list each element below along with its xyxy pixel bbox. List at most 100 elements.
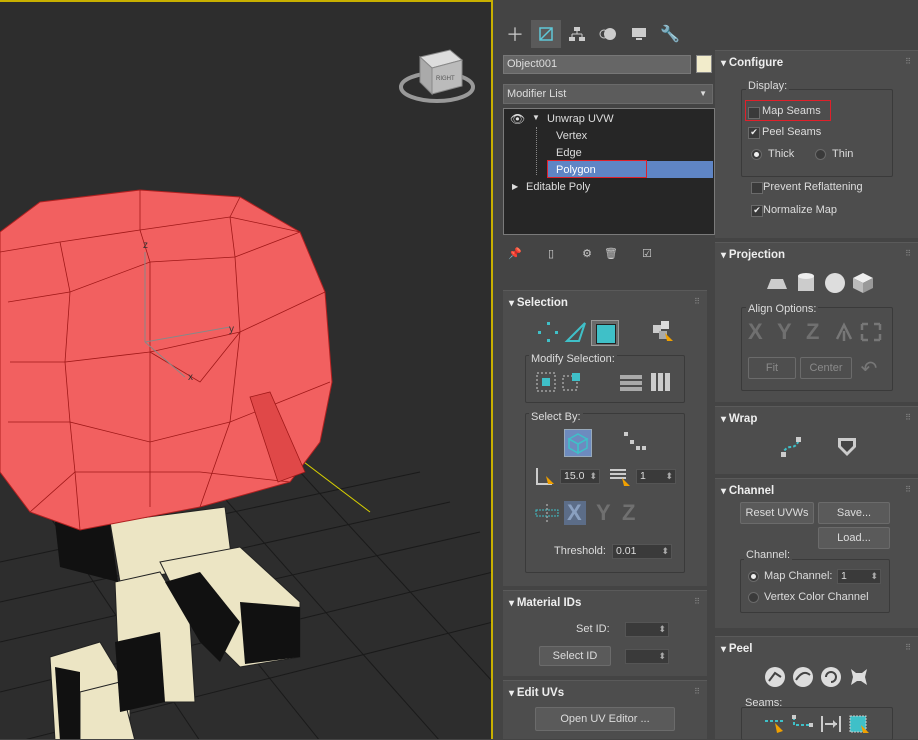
quick-peel-icon[interactable] — [763, 665, 787, 689]
configure-title[interactable]: Configure — [721, 57, 783, 69]
angle-spinner[interactable]: 15.0 — [560, 469, 600, 484]
shrink-selection-icon[interactable] — [560, 370, 584, 394]
mirror-z-button[interactable]: Z — [622, 500, 635, 526]
box-map-icon[interactable] — [851, 271, 875, 295]
make-unique-icon[interactable]: ⚙ — [578, 244, 596, 262]
create-tab[interactable]: ＋ — [500, 20, 530, 48]
selection-title[interactable]: Selection — [509, 297, 568, 309]
thin-radio[interactable] — [815, 149, 826, 160]
motion-tab[interactable] — [593, 20, 623, 48]
pin-stack-icon[interactable]: 📌 — [506, 244, 524, 262]
edit-uvs-title[interactable]: Edit UVs — [509, 687, 564, 699]
drag-grip-icon[interactable]: ⠿ — [905, 249, 912, 258]
mirror-selection-icon[interactable] — [534, 502, 560, 524]
utilities-tab[interactable]: 🔧 — [655, 20, 685, 48]
ring-selection-icon[interactable] — [618, 370, 644, 394]
remove-modifier-icon[interactable]: 🗑 — [602, 244, 620, 262]
peel-mode-icon[interactable] — [791, 665, 815, 689]
reset-align-icon[interactable]: ↶ — [858, 357, 880, 380]
open-uv-editor-button[interactable]: Open UV Editor ... — [535, 707, 675, 731]
element-cube-icon — [567, 433, 589, 455]
configure-modifier-sets-icon[interactable]: ☑ — [638, 244, 656, 262]
pelt-map-icon[interactable] — [847, 665, 871, 689]
poly-sel-to-seams-icon[interactable] — [847, 713, 871, 735]
view-align-icon[interactable] — [859, 321, 883, 343]
save-button[interactable]: Save... — [818, 502, 890, 524]
wrap-title[interactable]: Wrap — [721, 413, 758, 425]
object-color-swatch[interactable] — [696, 55, 712, 73]
stack-item-vertex[interactable]: Vertex — [556, 130, 587, 142]
unfold-strip-icon[interactable] — [835, 435, 859, 459]
prevent-reflattening-checkbox[interactable] — [751, 182, 763, 194]
center-button[interactable]: Center — [800, 357, 852, 379]
load-button[interactable]: Load... — [818, 527, 890, 549]
best-align-icon[interactable] — [833, 321, 855, 343]
vertex-color-channel-radio[interactable] — [748, 592, 759, 603]
align-x-button[interactable]: X — [748, 319, 763, 345]
align-z-button[interactable]: Z — [806, 319, 819, 345]
planar-angle-icon[interactable] — [534, 466, 556, 488]
mirror-y-button[interactable]: Y — [596, 500, 611, 526]
select-by-element-button[interactable] — [564, 429, 592, 457]
elements-spinner[interactable]: 1 — [636, 469, 676, 484]
material-ids-title[interactable]: Material IDs — [509, 597, 582, 609]
point-to-point-seams-icon[interactable] — [791, 713, 815, 735]
stack-item-unwrap-uvw[interactable]: Unwrap UVW — [547, 113, 614, 125]
show-end-result-icon[interactable]: ▯ — [542, 244, 560, 262]
cylindrical-map-icon[interactable] — [795, 271, 817, 295]
channel-title[interactable]: Channel — [721, 485, 774, 497]
fit-button[interactable]: Fit — [748, 357, 796, 379]
vertex-mode-icon[interactable] — [535, 319, 561, 345]
drag-grip-icon[interactable]: ⠿ — [905, 485, 912, 494]
grow-selection-icon[interactable] — [534, 370, 558, 394]
select-by-group: Select By: 15.0 1 X Y Z Threshold: 0.01 — [525, 411, 685, 573]
normalize-map-checkbox[interactable]: ✔ — [751, 205, 763, 217]
loop-selection-icon[interactable] — [648, 370, 672, 394]
element-mode-icon[interactable] — [649, 319, 675, 345]
edge-sel-to-seams-icon[interactable] — [763, 713, 787, 735]
select-by-hierarchy-icon[interactable] — [622, 430, 646, 454]
select-id-button[interactable]: Select ID — [539, 646, 611, 666]
thick-label: Thick — [768, 148, 795, 160]
drag-grip-icon[interactable]: ⠿ — [694, 597, 701, 606]
hierarchy-tab[interactable] — [562, 20, 592, 48]
expand-arrow-icon[interactable]: ▼ — [532, 113, 540, 122]
collapse-arrow-icon[interactable]: ▶ — [512, 182, 518, 191]
display-tab[interactable] — [624, 20, 654, 48]
peel-title[interactable]: Peel — [721, 643, 753, 655]
object-name-field[interactable]: Object001 — [503, 55, 691, 74]
threshold-spinner[interactable]: 0.01 — [612, 544, 672, 559]
peel-seams-checkbox[interactable]: ✔ — [748, 127, 760, 139]
reset-peel-icon[interactable] — [819, 665, 843, 689]
eye-icon[interactable]: 👁 — [510, 112, 525, 126]
stack-item-editable-poly[interactable]: Editable Poly — [526, 181, 590, 193]
seams-to-edge-sel-icon[interactable] — [819, 713, 843, 735]
thick-radio[interactable] — [751, 149, 762, 160]
spherical-map-icon[interactable] — [823, 271, 847, 295]
dropdown-arrow-icon: ▼ — [699, 89, 707, 98]
drag-grip-icon[interactable]: ⠿ — [694, 687, 701, 696]
tree-line — [536, 127, 538, 175]
prevent-reflattening-label: Prevent Reflattening — [763, 181, 863, 193]
drag-grip-icon[interactable]: ⠿ — [694, 297, 701, 306]
map-channel-radio[interactable] — [748, 571, 759, 582]
align-y-button[interactable]: Y — [777, 319, 792, 345]
planar-map-icon[interactable] — [765, 273, 789, 295]
reset-uvws-button[interactable]: Reset UVWs — [740, 502, 814, 524]
mirror-x-button[interactable]: X — [564, 500, 586, 525]
spline-map-icon[interactable] — [779, 435, 803, 459]
stack-item-edge[interactable]: Edge — [556, 147, 582, 159]
drag-grip-icon[interactable]: ⠿ — [905, 643, 912, 652]
modifier-list-dropdown[interactable]: Modifier List ▼ — [503, 84, 713, 104]
edge-mode-icon[interactable] — [563, 319, 589, 345]
set-id-spinner[interactable] — [625, 622, 669, 637]
select-id-spinner[interactable] — [625, 649, 669, 664]
select-by-smoothing-icon[interactable] — [608, 466, 632, 488]
drag-grip-icon[interactable]: ⠿ — [905, 57, 912, 66]
modify-tab[interactable] — [531, 20, 561, 48]
polygon-mode-button[interactable] — [591, 320, 619, 346]
drag-grip-icon[interactable]: ⠿ — [905, 413, 912, 422]
viewport[interactable]: z y x RIGHT — [0, 0, 493, 739]
map-channel-spinner[interactable]: 1 — [837, 569, 881, 584]
projection-title[interactable]: Projection — [721, 249, 785, 261]
